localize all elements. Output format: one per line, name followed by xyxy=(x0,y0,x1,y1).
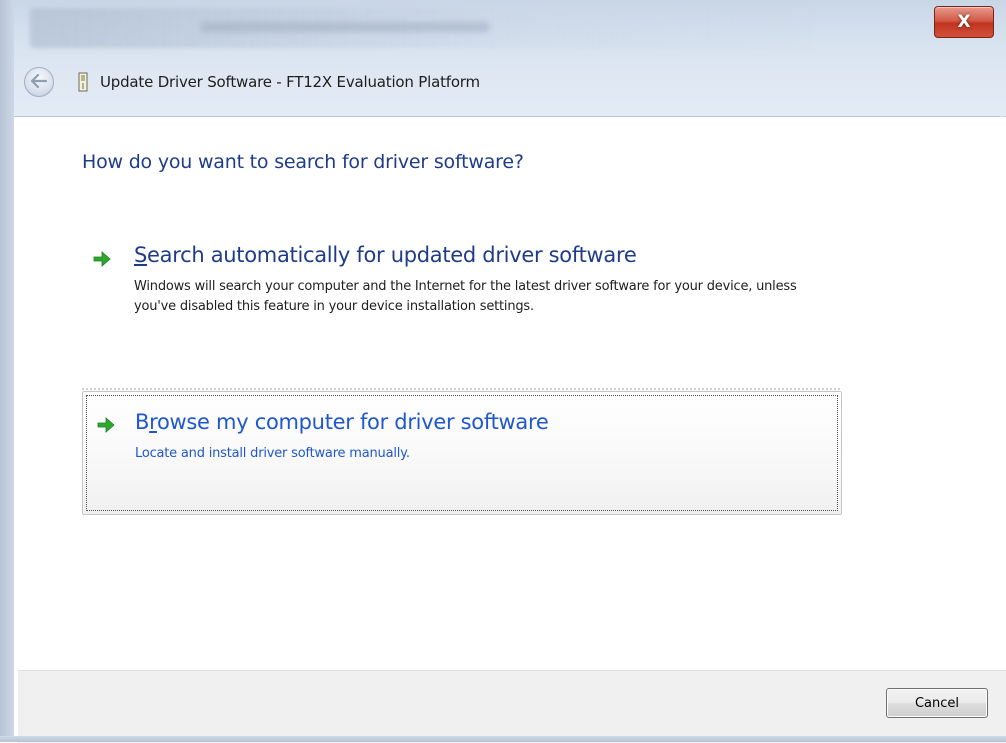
window-title: Update Driver Software - FT12X Evaluatio… xyxy=(100,73,480,91)
close-button[interactable]: X xyxy=(934,6,994,38)
green-arrow-icon xyxy=(93,251,111,267)
close-icon: X xyxy=(957,11,971,32)
title-bar: X Update Driver Software - FT12X Evaluat… xyxy=(0,0,1006,117)
usb-device-icon xyxy=(76,72,90,92)
back-button[interactable] xyxy=(24,67,54,97)
dialog-content: How do you want to search for driver sof… xyxy=(18,117,1006,670)
mnemonic-letter: r xyxy=(149,410,157,434)
search-automatically-description: Windows will search your computer and th… xyxy=(134,279,797,314)
dialog-footer: Cancel xyxy=(18,670,1006,743)
title-prefix: B xyxy=(135,410,150,434)
search-automatically-title: Search automatically for updated driver … xyxy=(134,243,637,267)
separator xyxy=(82,388,842,390)
page-heading: How do you want to search for driver sof… xyxy=(82,151,524,173)
cancel-button[interactable]: Cancel xyxy=(886,688,988,718)
search-automatically-option[interactable]: Search automatically for updated driver … xyxy=(82,243,842,353)
title-text: earch automatically for updated driver s… xyxy=(147,243,637,267)
dialog-header: Update Driver Software - FT12X Evaluatio… xyxy=(24,64,480,100)
green-arrow-icon xyxy=(97,417,115,433)
back-arrow-icon xyxy=(30,73,48,92)
browse-computer-title: Browse my computer for driver software xyxy=(135,410,549,434)
browse-computer-description: Locate and install driver software manua… xyxy=(135,446,410,461)
mnemonic-letter: S xyxy=(134,243,148,267)
background-window-title-blur xyxy=(200,22,490,32)
window-bottom-frame xyxy=(0,736,1006,742)
title-text: owse my computer for driver software xyxy=(156,410,549,434)
browse-computer-option[interactable]: Browse my computer for driver software L… xyxy=(82,391,842,515)
update-driver-dialog: X Update Driver Software - FT12X Evaluat… xyxy=(0,0,1006,743)
window-left-frame xyxy=(0,0,14,742)
